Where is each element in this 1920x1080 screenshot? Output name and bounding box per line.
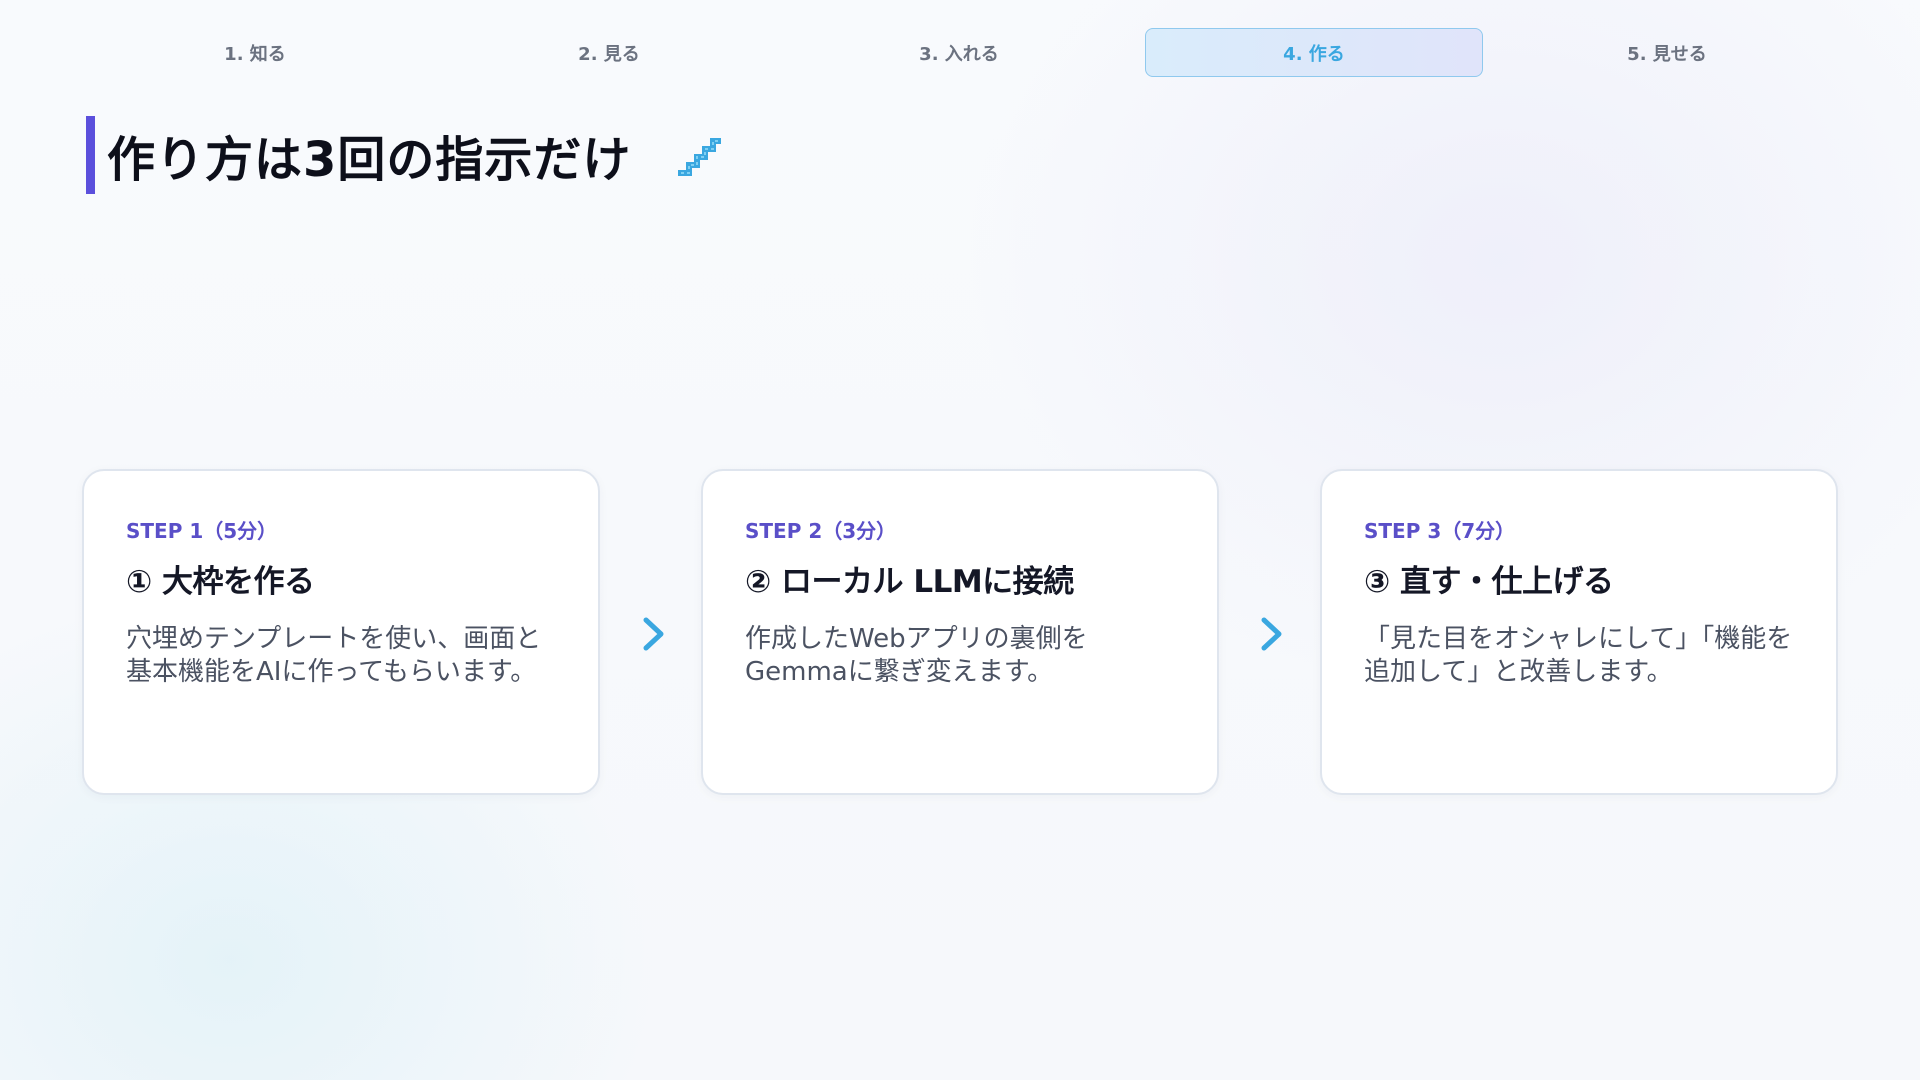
step-title: ③ 直す・仕上げる xyxy=(1364,564,1614,600)
nav-tab-2[interactable]: 2. 見る xyxy=(440,28,778,77)
step-label: STEP 1（5分） xyxy=(126,519,278,543)
step-title: ① 大枠を作る xyxy=(126,564,315,600)
step-card-1: STEP 1（5分） ① 大枠を作る 穴埋めテンプレートを使い、画面と基本機能を… xyxy=(82,469,600,795)
nav-tab-1[interactable]: 1. 知る xyxy=(86,28,424,77)
step-card-2: STEP 2（3分） ② ローカル LLMに接続 作成したWebアプリの裏側をG… xyxy=(701,469,1219,795)
step-title: ② ローカル LLMに接続 xyxy=(745,564,1074,600)
nav-tab-3[interactable]: 3. 入れる xyxy=(790,28,1128,77)
title-accent-bar xyxy=(86,116,95,194)
page-heading: 作り方は3回の指示だけ xyxy=(86,116,722,194)
step-label: STEP 2（3分） xyxy=(745,519,897,543)
stairs-icon xyxy=(678,138,722,176)
top-navigation: 1. 知る 2. 見る 3. 入れる 4. 作る 5. 見せる xyxy=(0,28,1920,78)
step-description: 穴埋めテンプレートを使い、画面と基本機能をAIに作ってもらいます。 xyxy=(126,624,542,687)
nav-tab-5[interactable]: 5. 見せる xyxy=(1498,28,1836,77)
step-label: STEP 3（7分） xyxy=(1364,519,1516,543)
step-description: 「見た目をオシャレにして」「機能を追加して」と改善します。 xyxy=(1364,624,1793,687)
chevron-right-icon xyxy=(643,617,664,651)
step-description: 作成したWebアプリの裏側をGemmaに繋ぎ変えます。 xyxy=(745,624,1088,687)
nav-tab-4-active[interactable]: 4. 作る xyxy=(1145,28,1483,77)
step-card-3: STEP 3（7分） ③ 直す・仕上げる 「見た目をオシャレにして」「機能を追加… xyxy=(1320,469,1838,795)
page-title: 作り方は3回の指示だけ xyxy=(107,132,632,188)
chevron-right-icon xyxy=(1261,617,1282,651)
